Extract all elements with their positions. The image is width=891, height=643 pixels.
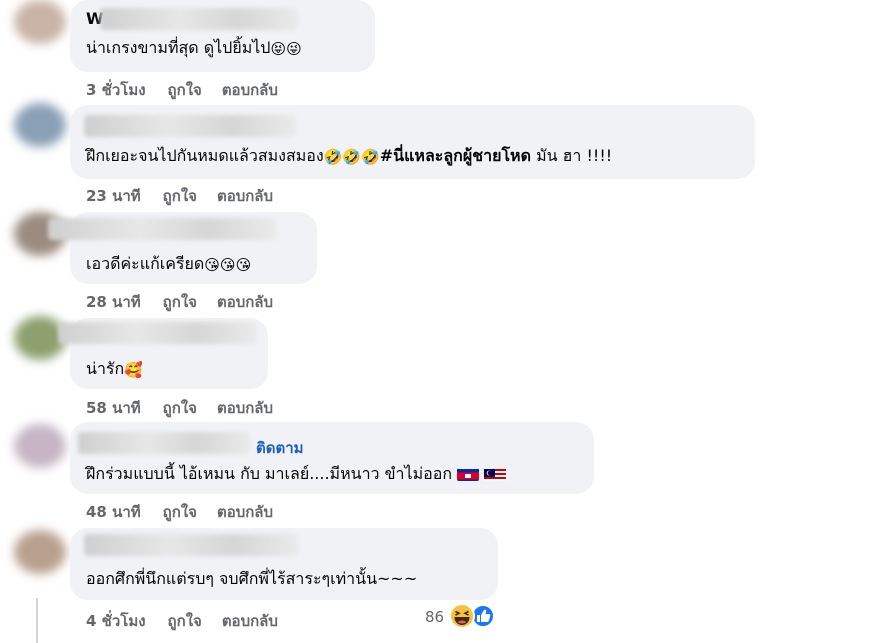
- like-button[interactable]: ถูกใจ: [168, 78, 202, 102]
- timestamp[interactable]: 28 นาที: [86, 290, 141, 314]
- comment-text: น่ารัก🥰: [86, 358, 143, 380]
- timestamp[interactable]: 4 ชั่วโมง: [86, 609, 146, 633]
- reply-button[interactable]: ตอบกลับ: [217, 290, 273, 314]
- reply-button[interactable]: ตอบกลับ: [222, 609, 278, 633]
- reaction-count[interactable]: 86: [425, 608, 444, 626]
- comment-body: ฝึกร่วมแบบนี้ ไอ้เหมน กับ มาเลย์....มีหน…: [86, 464, 453, 483]
- my-flag-icon: [484, 467, 507, 481]
- comment-actions: 23 นาที ถูกใจ ตอบกลับ: [86, 184, 273, 208]
- like-button[interactable]: ถูกใจ: [163, 184, 197, 208]
- reply-button[interactable]: ตอบกลับ: [217, 184, 273, 208]
- squinting-tongue-emoji: 😝: [270, 40, 287, 58]
- comment-bubble: ฝึกเยอะจนไปกันหมดแล้วสมงสมอง🤣🤣🤣#นี่แหละล…: [70, 105, 755, 179]
- comment-actions: 3 ชั่วโมง ถูกใจ ตอบกลับ: [86, 78, 278, 102]
- comment-text: ฝึกเยอะจนไปกันหมดแล้วสมงสมอง🤣🤣🤣#นี่แหละล…: [86, 145, 612, 167]
- reply-thread-line: [36, 598, 38, 643]
- comment-bubble: W น่าเกรงขามที่สุด ดูไปยิ้มไป😝😜: [70, 0, 375, 72]
- comment-bubble: ติดตาม ฝึกร่วมแบบนี้ ไอ้เหมน กับ มาเลย์.…: [70, 422, 594, 494]
- like-button[interactable]: ถูกใจ: [168, 609, 202, 633]
- kissing-heart-emoji: 😘: [204, 256, 220, 274]
- rolling-laughing-emoji: 🤣: [323, 148, 343, 166]
- author-name-blurred[interactable]: [48, 218, 276, 240]
- comment-body: น่ารัก: [86, 359, 125, 378]
- author-name-blurred[interactable]: [58, 322, 256, 344]
- comment-body: น่าเกรงขามที่สุด ดูไปยิ้มไป: [86, 38, 271, 57]
- follow-button[interactable]: ติดตาม: [256, 436, 304, 460]
- smiling-hearts-emoji: 🥰: [124, 361, 143, 379]
- like-button[interactable]: ถูกใจ: [163, 500, 197, 524]
- comment-text: น่าเกรงขามที่สุด ดูไปยิ้มไป😝😜: [86, 37, 302, 59]
- comment-actions: 58 นาที ถูกใจ ตอบกลับ: [86, 396, 273, 420]
- reply-button[interactable]: ตอบกลับ: [217, 396, 273, 420]
- kissing-heart-emoji: 😘: [219, 256, 236, 274]
- comment-bubble: น่ารัก🥰: [58, 318, 268, 389]
- like-icon: [471, 604, 495, 628]
- avatar[interactable]: [14, 424, 66, 468]
- like-button[interactable]: ถูกใจ: [163, 396, 197, 420]
- haha-icon: [449, 603, 475, 629]
- timestamp[interactable]: 58 นาที: [86, 396, 141, 420]
- author-name-blurred[interactable]: [84, 534, 298, 556]
- author-name-blurred[interactable]: [100, 8, 298, 30]
- timestamp[interactable]: 48 นาที: [86, 500, 141, 524]
- comment-actions: 48 นาที ถูกใจ ตอบกลับ: [86, 500, 273, 524]
- comment-body: เอวดีค่ะแก้เครียด: [86, 254, 205, 273]
- rolling-laughing-emoji: 🤣: [342, 148, 362, 166]
- comment-bubble: เอวดีค่ะแก้เครียด😘😘😘: [48, 212, 317, 284]
- comment-actions: 4 ชั่วโมง ถูกใจ ตอบกลับ: [86, 609, 278, 633]
- author-name-blurred[interactable]: [84, 115, 296, 137]
- timestamp[interactable]: 3 ชั่วโมง: [86, 78, 146, 102]
- winking-tongue-emoji: 😜: [286, 40, 302, 58]
- like-button[interactable]: ถูกใจ: [163, 290, 197, 314]
- avatar[interactable]: [14, 103, 66, 147]
- comment-actions: 28 นาที ถูกใจ ตอบกลับ: [86, 290, 273, 314]
- kh-flag-icon: [457, 467, 480, 481]
- kissing-heart-emoji: 😘: [235, 256, 252, 274]
- avatar[interactable]: [14, 530, 66, 574]
- reply-button[interactable]: ตอบกลับ: [217, 500, 273, 524]
- comment-body-after: มัน ฮา !!!!: [536, 146, 613, 165]
- comment-text: ออกศึกพี่นึกแต่รบๆ จบศึกพี่ไร้สาระๆเท่าน…: [86, 568, 417, 590]
- hashtag-link[interactable]: #นี่แหละลูกผู้ชายโหด: [380, 146, 531, 165]
- author-name-blurred[interactable]: [78, 432, 250, 454]
- comment-body: ฝึกเยอะจนไปกันหมดแล้วสมงสมอง: [86, 146, 324, 165]
- comment-text: เอวดีค่ะแก้เครียด😘😘😘: [86, 253, 251, 275]
- reply-button[interactable]: ตอบกลับ: [222, 78, 278, 102]
- reaction-icons[interactable]: [447, 602, 497, 630]
- comment-bubble: ออกศึกพี่นึกแต่รบๆ จบศึกพี่ไร้สาระๆเท่าน…: [70, 528, 498, 600]
- comment-text: ฝึกร่วมแบบนี้ ไอ้เหมน กับ มาเลย์....มีหน…: [86, 463, 507, 485]
- timestamp[interactable]: 23 นาที: [86, 184, 141, 208]
- comment-body: ออกศึกพี่นึกแต่รบๆ จบศึกพี่ไร้สาระๆเท่าน…: [86, 569, 418, 588]
- rolling-laughing-emoji: 🤣: [361, 148, 380, 166]
- avatar[interactable]: [14, 0, 66, 44]
